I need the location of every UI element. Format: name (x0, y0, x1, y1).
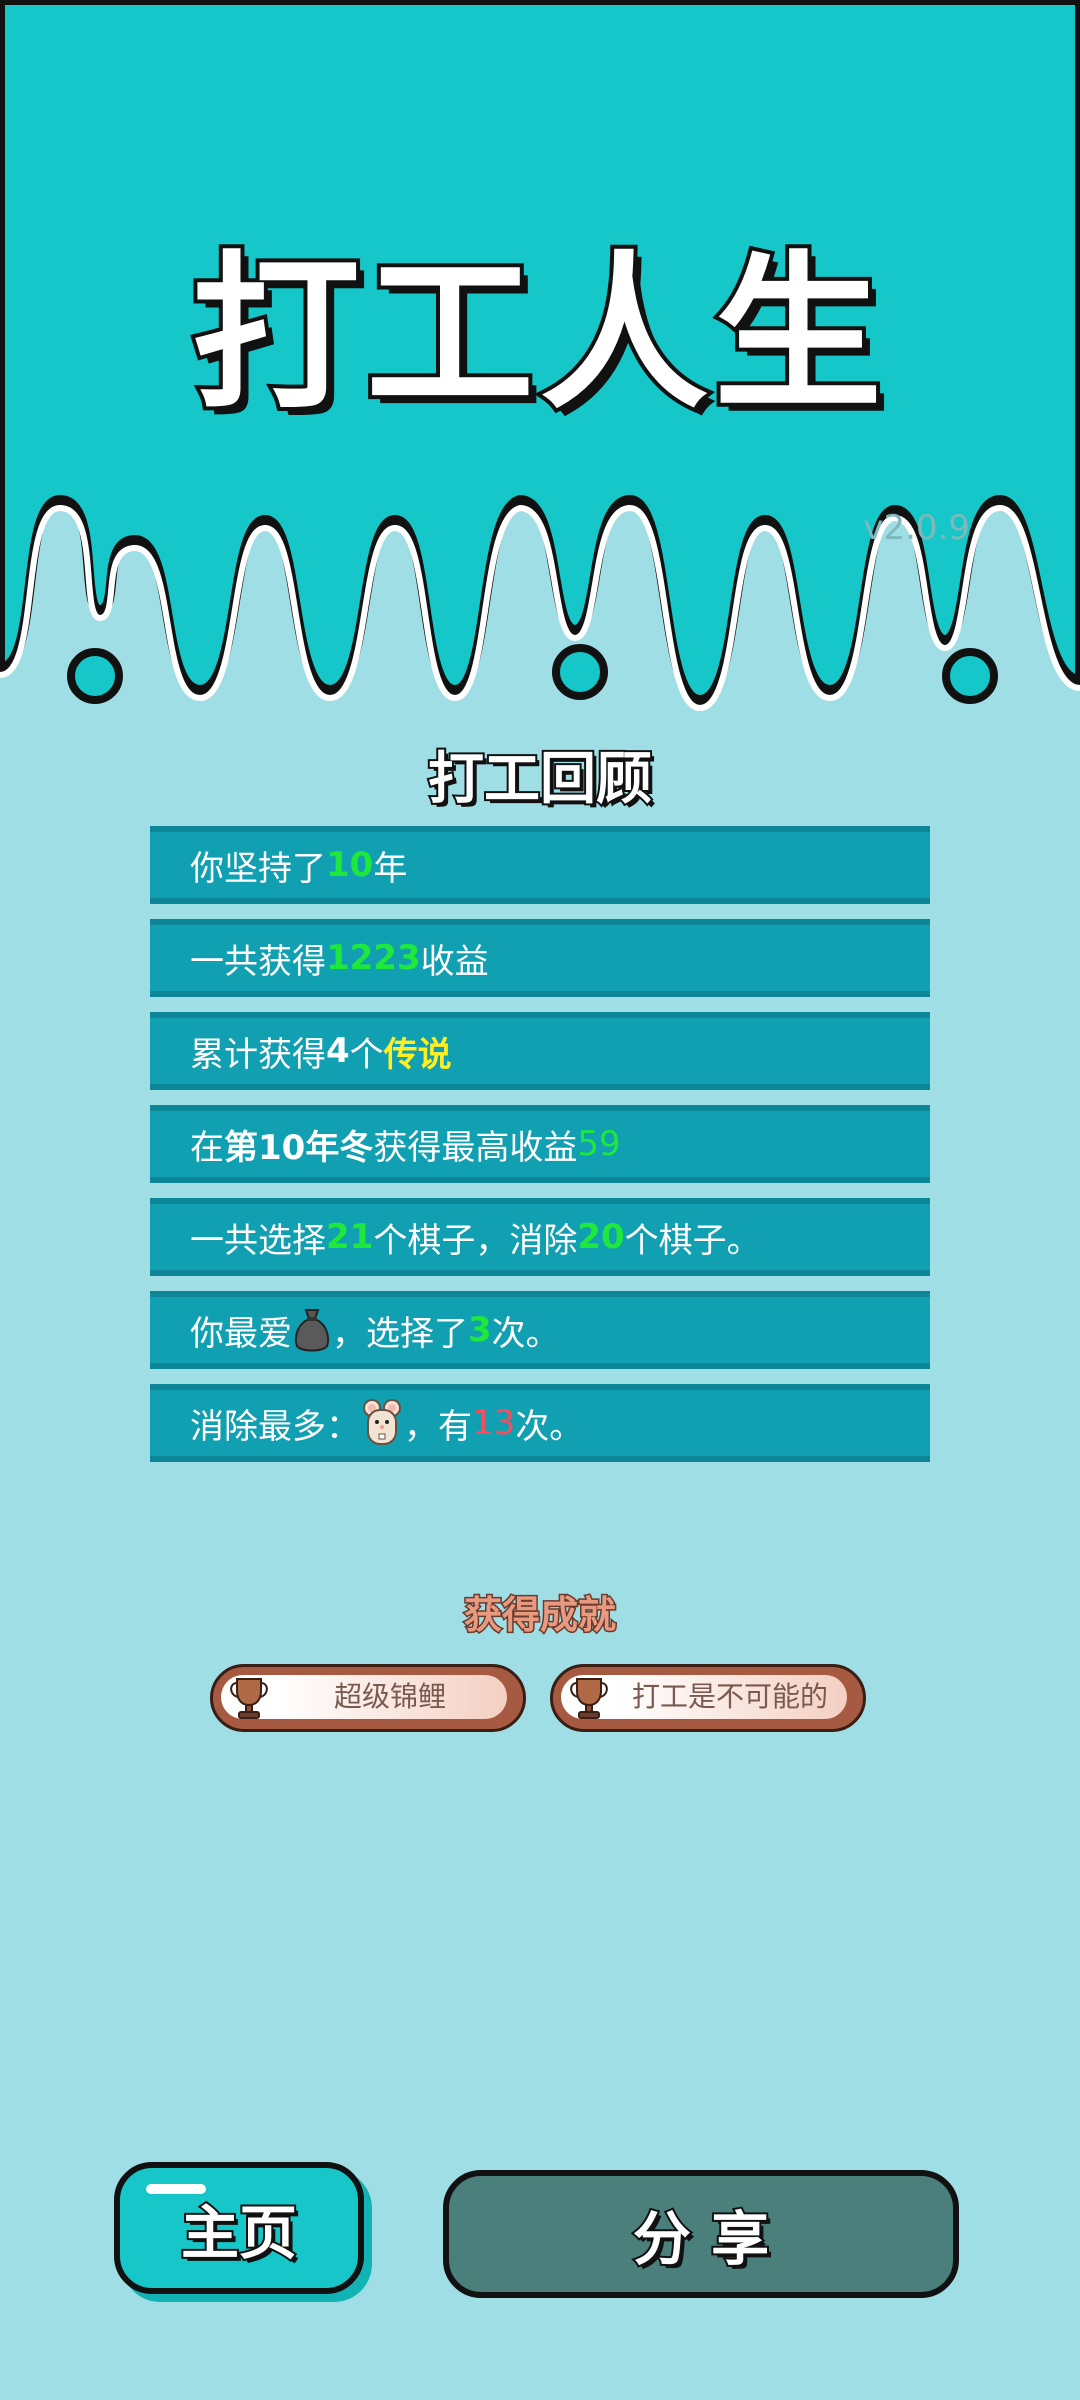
row-value: 13 (472, 1403, 516, 1443)
review-row-favorite: 你最爱 ，选择了 3 次。 (150, 1291, 930, 1369)
row-text: 你最爱 (190, 1313, 292, 1354)
row-value: 59 (577, 1124, 621, 1164)
row-value-2: 20 (577, 1217, 625, 1257)
row-text: 收益 (420, 941, 489, 982)
row-text: 个棋子。 (624, 1220, 761, 1261)
row-text: 次。 (515, 1406, 584, 1447)
review-row-years: 你坚持了 10 年 (150, 826, 930, 904)
achievement-label: 超级锦鲤 (333, 1680, 446, 1713)
share-button[interactable]: 分 享 (443, 2170, 959, 2298)
row-value: 21 (326, 1217, 374, 1257)
row-value: 1223 (326, 938, 421, 978)
trophy-icon (567, 1675, 611, 1721)
achievement-badge[interactable]: 打工是不可能的 (550, 1664, 866, 1732)
share-button-label: 分 享 (631, 2203, 771, 2275)
money-bag-icon (292, 1306, 332, 1354)
header-drip-area: 打工人生 v2.0.9 (0, 0, 1080, 720)
trophy-icon (227, 1675, 271, 1721)
row-text: 你坚持了 (190, 848, 326, 889)
row-text: 年 (373, 848, 408, 889)
row-text: 一共获得 (190, 941, 326, 982)
row-value: 10 (326, 845, 374, 885)
review-list: 你坚持了 10 年 一共获得 1223 收益 累计获得 4 个传说 在 第10年冬 获得最高… (150, 826, 930, 1477)
app-title: 打工人生 (188, 236, 888, 432)
review-row-earnings: 一共获得 1223 收益 (150, 919, 930, 997)
review-row-legends: 累计获得 4 个传说 (150, 1012, 930, 1090)
achievements-title: 获得成就 (462, 1592, 617, 1639)
review-row-pieces: 一共选择 21 个棋子，消除 20 个棋子。 (150, 1198, 930, 1276)
row-value: 3 (468, 1310, 492, 1350)
home-button[interactable]: 主页 (114, 2162, 364, 2294)
row-text: 个 (349, 1034, 384, 1075)
row-season: 第10年冬 (224, 1127, 374, 1168)
row-text: 累计获得 (190, 1034, 326, 1075)
home-button-label: 主页 (179, 2197, 299, 2269)
row-text: ，选择了 (332, 1313, 468, 1354)
row-text: 消除最多： (190, 1406, 360, 1447)
row-text: 获得最高收益 (373, 1127, 578, 1168)
row-text: 一共选择 (190, 1220, 326, 1261)
row-highlight: 传说 (383, 1034, 452, 1075)
review-row-most-cleared: 消除最多： ，有 13 次。 (150, 1384, 930, 1462)
achievement-label: 打工是不可能的 (631, 1680, 828, 1713)
version-label: v2.0.9 (863, 508, 970, 548)
row-text: 在 (190, 1127, 224, 1168)
mouse-icon (360, 1398, 404, 1448)
row-text: ，有 (404, 1406, 472, 1447)
row-value: 4 (326, 1031, 350, 1071)
row-text: 个棋子，消除 (373, 1220, 578, 1261)
review-row-best-season: 在 第10年冬 获得最高收益 59 (150, 1105, 930, 1183)
review-title: 打工回顾 (426, 745, 654, 814)
achievement-badge[interactable]: 超级锦鲤 (210, 1664, 526, 1732)
row-text: 次。 (491, 1313, 560, 1354)
